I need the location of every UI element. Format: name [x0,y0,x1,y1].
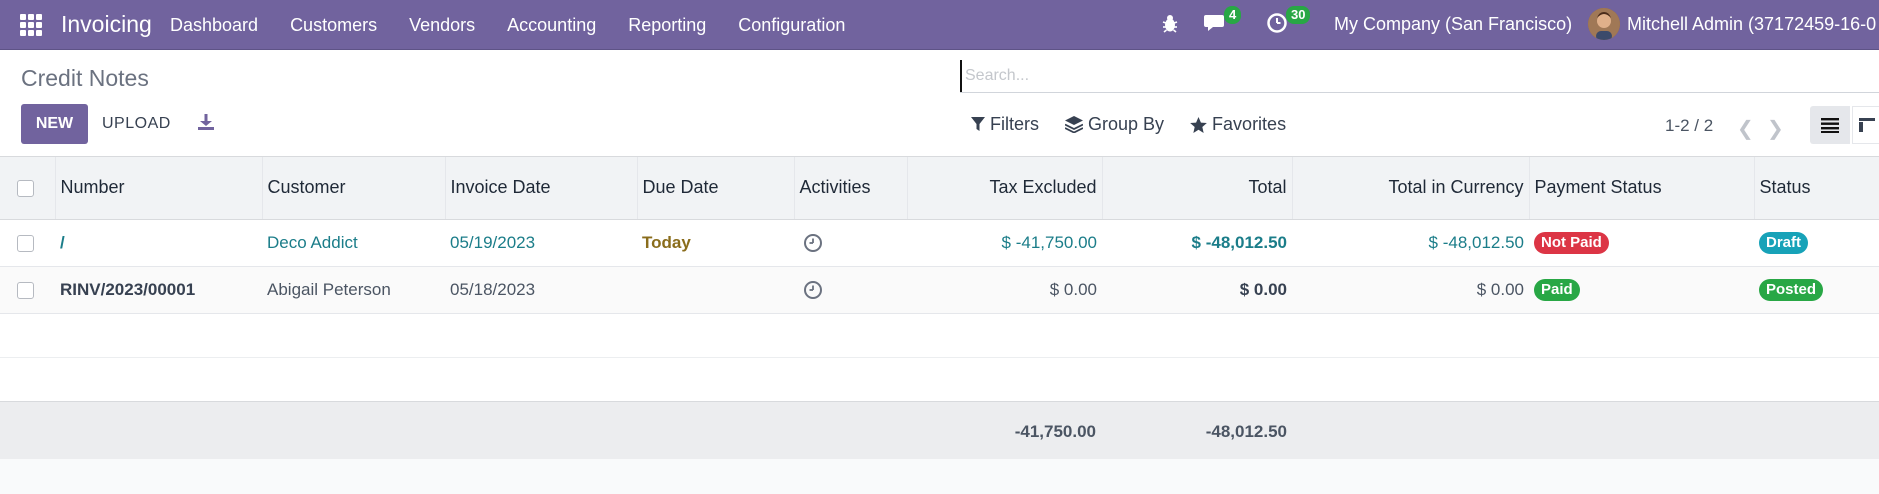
row-checkbox[interactable] [17,281,34,299]
menu-item-configuration[interactable]: Configuration [738,15,845,36]
list-footer-space [0,459,1879,494]
payment-status-badge: Not Paid [1534,231,1609,254]
kanban-icon [1859,118,1875,132]
column-payment-status[interactable]: Payment Status [1529,157,1755,220]
menu-item-reporting[interactable]: Reporting [628,15,706,36]
favorites-label: Favorites [1212,114,1287,134]
column-invoice-date[interactable]: Invoice Date [445,157,638,220]
control-panel: Credit Notes NEW UPLOAD Filters Group By [0,50,1879,157]
row-select-cell [0,219,55,267]
credit-notes-list: Number Customer Invoice Date Due Date Ac… [0,157,1879,402]
upload-button[interactable]: UPLOAD [102,104,171,144]
activities-count-badge: 30 [1286,6,1311,24]
top-navbar: Invoicing Dashboard Customers Vendors Ac… [0,0,1879,50]
table-row[interactable]: RINV/2023/00001 Abigail Peterson 05/18/2… [0,266,1879,314]
menu-item-vendors[interactable]: Vendors [409,15,475,36]
empty-row [0,357,1879,402]
cell-customer[interactable]: Abigail Peterson [262,266,445,314]
select-all-cell [0,157,56,220]
pager-next-icon[interactable]: ❯ [1767,116,1784,141]
list-view-button[interactable] [1810,106,1850,144]
empty-cell [0,357,1879,402]
app-name[interactable]: Invoicing [61,11,152,38]
pager-previous-icon[interactable]: ❮ [1737,116,1754,141]
total-tax-excluded: -41,750.00 [1014,422,1096,441]
cell-tax-excluded: $ -41,750.00 [907,219,1102,267]
column-status[interactable]: Status [1754,157,1879,220]
menu-item-customers[interactable]: Customers [290,15,377,36]
cell-activities [794,219,907,267]
menu-item-accounting[interactable]: Accounting [507,15,596,36]
column-customer[interactable]: Customer [262,157,446,220]
user-menu[interactable]: Mitchell Admin (37172459-16-0 [1627,14,1879,35]
download-icon[interactable] [197,113,215,136]
groupby-toggle[interactable]: Group By [1065,114,1164,135]
cell-payment-status: Not Paid [1529,219,1754,267]
apps-menu-icon[interactable] [20,14,42,36]
cell-total: $ 0.00 [1102,266,1292,314]
kanban-view-button[interactable] [1852,106,1879,144]
search-options: Filters Group By Favorites [971,114,1312,135]
column-due-date[interactable]: Due Date [637,157,795,220]
total-amount: -48,012.50 [1205,422,1287,441]
credit-notes-table: Number Customer Invoice Date Due Date Ac… [0,157,1879,402]
activity-clock-icon[interactable] [803,280,823,300]
column-tax-excluded[interactable]: Tax Excluded [907,157,1103,220]
user-avatar[interactable] [1588,8,1620,40]
menu-item-dashboard[interactable]: Dashboard [170,15,258,36]
new-button[interactable]: NEW [21,104,88,144]
row-select-cell [0,266,55,314]
cell-invoice-date: 05/18/2023 [445,266,637,314]
activities-clock-icon[interactable]: 30 [1266,6,1311,39]
cell-number[interactable]: RINV/2023/00001 [55,266,262,314]
search-input[interactable] [960,60,1879,92]
layers-icon [1065,116,1083,133]
filters-label: Filters [990,114,1039,134]
status-badge: Draft [1759,231,1809,254]
empty-row [0,313,1879,358]
messages-count-badge: 4 [1224,6,1242,24]
cell-status: Posted [1754,266,1879,314]
column-total-currency[interactable]: Total in Currency [1292,157,1530,220]
cell-invoice-date: 05/19/2023 [445,219,637,267]
star-icon [1190,116,1207,133]
table-header-row: Number Customer Invoice Date Due Date Ac… [0,157,1879,220]
groupby-label: Group By [1088,114,1165,134]
row-checkbox[interactable] [17,234,34,252]
payment-status-badge: Paid [1534,278,1580,301]
filters-toggle[interactable]: Filters [971,114,1039,135]
main-menu: Dashboard Customers Vendors Accounting R… [170,0,877,50]
search-bar [960,60,1879,93]
company-switcher[interactable]: My Company (San Francisco) [1334,14,1572,35]
list-icon [1821,118,1839,133]
table-row[interactable]: / Deco Addict 05/19/2023 Today $ -41,750… [0,219,1879,267]
cell-customer[interactable]: Deco Addict [262,219,445,267]
totals-row: -41,750.00 -48,012.50 [0,401,1879,459]
cell-activities [794,266,907,314]
column-number[interactable]: Number [55,157,263,220]
cell-payment-status: Paid [1529,266,1754,314]
cell-number[interactable]: / [55,219,262,267]
cell-status: Draft [1754,219,1879,267]
debug-bug-icon[interactable] [1160,12,1180,39]
cell-total-currency: $ -48,012.50 [1292,219,1529,267]
cell-total: $ -48,012.50 [1102,219,1292,267]
messages-icon[interactable]: 4 [1203,6,1242,41]
pager-value[interactable]: 1-2 / 2 [1665,116,1713,136]
empty-cell [0,313,1879,358]
status-badge: Posted [1759,278,1824,301]
select-all-checkbox[interactable] [17,180,34,197]
cell-total-currency: $ 0.00 [1292,266,1529,314]
cell-tax-excluded: $ 0.00 [907,266,1102,314]
column-activities[interactable]: Activities [794,157,908,220]
cell-due-date: Today [637,219,794,267]
breadcrumb-title: Credit Notes [21,65,149,91]
column-total[interactable]: Total [1102,157,1293,220]
favorites-toggle[interactable]: Favorites [1190,114,1286,135]
cell-due-date [637,266,794,314]
filter-icon [971,117,985,131]
activity-clock-icon[interactable] [803,233,823,253]
